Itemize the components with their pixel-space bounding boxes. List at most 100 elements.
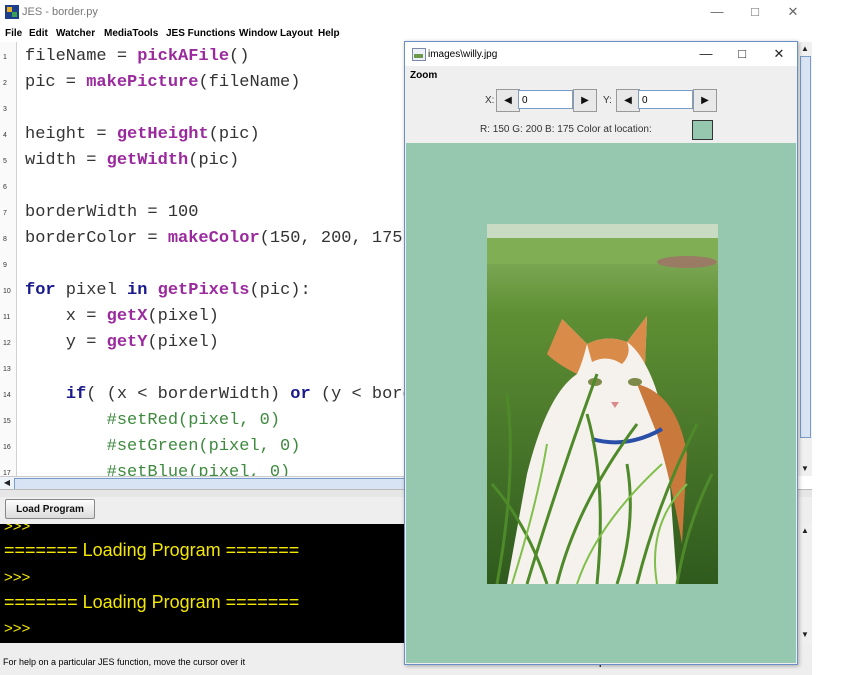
scroll-down-arrow-icon[interactable]: ▼	[798, 628, 812, 642]
right-arrow-icon: ▶	[701, 95, 709, 106]
left-arrow-icon: ◀	[624, 95, 632, 106]
left-arrow-icon: ◀	[504, 95, 512, 106]
line-number: 12	[3, 340, 11, 347]
console-loading-line: ======= Loading Program =======	[4, 540, 300, 560]
scroll-up-arrow-icon[interactable]: ▲	[798, 524, 812, 538]
line-number: 13	[3, 366, 11, 373]
menu-file[interactable]: File	[5, 28, 22, 39]
code-token: for	[25, 281, 56, 300]
code-token: y =	[25, 333, 107, 352]
code-token: getPixels	[157, 281, 250, 300]
cat-photo	[487, 224, 718, 584]
window-title: JES - border.py	[22, 6, 98, 18]
code-token: (150, 200, 175)	[259, 229, 413, 248]
picture-window-title: images\willy.jpg	[428, 49, 498, 60]
line-number: 16	[3, 444, 11, 451]
y-coordinate-input[interactable]: 0	[638, 90, 693, 109]
code-token: x =	[25, 307, 107, 326]
y-coordinate-label: Y:	[603, 95, 612, 106]
code-token: #setBlue(pixel, 0)	[25, 463, 291, 476]
code-line: y = getY(pixel)	[25, 333, 219, 352]
color-swatch	[692, 120, 713, 140]
menu-zoom[interactable]: Zoom	[410, 70, 437, 81]
code-line: pic = makePicture(fileName)	[25, 73, 300, 92]
line-number: 10	[3, 288, 11, 295]
code-token: borderWidth = 100	[25, 203, 199, 222]
code-token: #setRed(pixel, 0)	[25, 411, 281, 430]
code-token: getY	[106, 333, 148, 352]
code-token: #setGreen(pixel, 0)	[25, 437, 301, 456]
code-token: width =	[25, 151, 107, 170]
code-token: getHeight	[116, 125, 209, 144]
scroll-down-arrow-icon[interactable]: ▼	[798, 462, 812, 476]
line-number: 4	[3, 132, 7, 139]
code-token: pic =	[25, 73, 87, 92]
code-token: (pic)	[208, 125, 260, 144]
scroll-up-arrow-icon[interactable]: ▲	[798, 42, 812, 56]
load-program-button[interactable]: Load Program	[5, 499, 95, 519]
menu-edit[interactable]: Edit	[29, 28, 48, 39]
line-number: 2	[3, 80, 7, 87]
menu-jes-functions[interactable]: JES Functions	[166, 28, 235, 39]
x-decrement-button[interactable]: ◀	[496, 89, 520, 112]
right-arrow-icon: ▶	[581, 95, 589, 106]
jes-app-icon	[5, 5, 19, 19]
code-token: getX	[106, 307, 148, 326]
x-coordinate-input[interactable]: 0	[518, 90, 573, 109]
picture-tool-window[interactable]: images\willy.jpg — □ ✕ Zoom X: ◀ 0 ▶ Y: …	[404, 41, 798, 665]
code-token: in	[127, 281, 148, 300]
menu-bar: File Edit Watcher MediaTools JES Functio…	[0, 24, 812, 42]
code-line: #setBlue(pixel, 0)	[25, 463, 291, 476]
console-loading-line: ======= Loading Program =======	[4, 592, 300, 612]
code-token: makeColor	[167, 229, 260, 248]
status-help-text: For help on a particular JES function, m…	[3, 657, 246, 667]
scroll-left-arrow-icon[interactable]: ◀	[0, 476, 14, 490]
editor-scroll-thumb[interactable]	[800, 56, 811, 438]
console-vertical-scrollbar[interactable]: ▲ ▼	[797, 524, 812, 643]
picture-maximize-button[interactable]: □	[729, 45, 755, 63]
line-number: 6	[3, 184, 7, 191]
line-number: 15	[3, 418, 11, 425]
code-token: if	[65, 385, 87, 404]
y-increment-button[interactable]: ▶	[693, 89, 717, 112]
picture-canvas[interactable]	[406, 143, 796, 663]
line-number-gutter: 1 2 3 4 5 6 7 8 9 10 11 12 13 14 15 16 17	[0, 42, 17, 476]
editor-vertical-scrollbar[interactable]: ▲ ▼	[797, 42, 812, 476]
code-line: borderWidth = 100	[25, 203, 198, 222]
y-decrement-button[interactable]: ◀	[616, 89, 640, 112]
title-bar: JES - border.py — □ ✕	[0, 0, 812, 24]
menu-help[interactable]: Help	[318, 28, 340, 39]
code-line: x = getX(pixel)	[25, 307, 219, 326]
menu-window-layout[interactable]: Window Layout	[239, 28, 313, 39]
code-line: height = getHeight(pic)	[25, 125, 260, 144]
maximize-button[interactable]: □	[742, 3, 768, 21]
line-number: 5	[3, 158, 7, 165]
line-number: 8	[3, 236, 7, 243]
code-line: for pixel in getPixels(pic):	[25, 281, 311, 300]
menu-watcher[interactable]: Watcher	[56, 28, 95, 39]
image-file-icon	[412, 48, 426, 61]
menu-mediatools[interactable]: MediaTools	[104, 28, 158, 39]
minimize-button[interactable]: —	[704, 3, 730, 21]
code-token: ( (x < borderWidth)	[86, 385, 291, 404]
code-line: #setGreen(pixel, 0)	[25, 437, 301, 456]
picture-window-titlebar[interactable]: images\willy.jpg — □ ✕	[405, 42, 797, 66]
code-token: (pic)	[188, 151, 240, 170]
line-number: 11	[3, 314, 11, 321]
console-prompt: >>>	[4, 620, 31, 637]
line-number: 9	[3, 262, 7, 269]
code-token: borderColor =	[25, 229, 168, 248]
line-number: 3	[3, 106, 7, 113]
code-token: pickAFile	[137, 47, 230, 66]
picture-minimize-button[interactable]: —	[693, 45, 719, 63]
picture-close-button[interactable]: ✕	[766, 45, 792, 63]
code-token: fileName =	[25, 47, 138, 66]
close-button[interactable]: ✕	[780, 3, 806, 21]
line-number: 7	[3, 210, 7, 217]
code-token: (pic):	[249, 281, 311, 300]
code-token: (fileName)	[198, 73, 301, 92]
line-number: 1	[3, 54, 7, 61]
x-increment-button[interactable]: ▶	[573, 89, 597, 112]
